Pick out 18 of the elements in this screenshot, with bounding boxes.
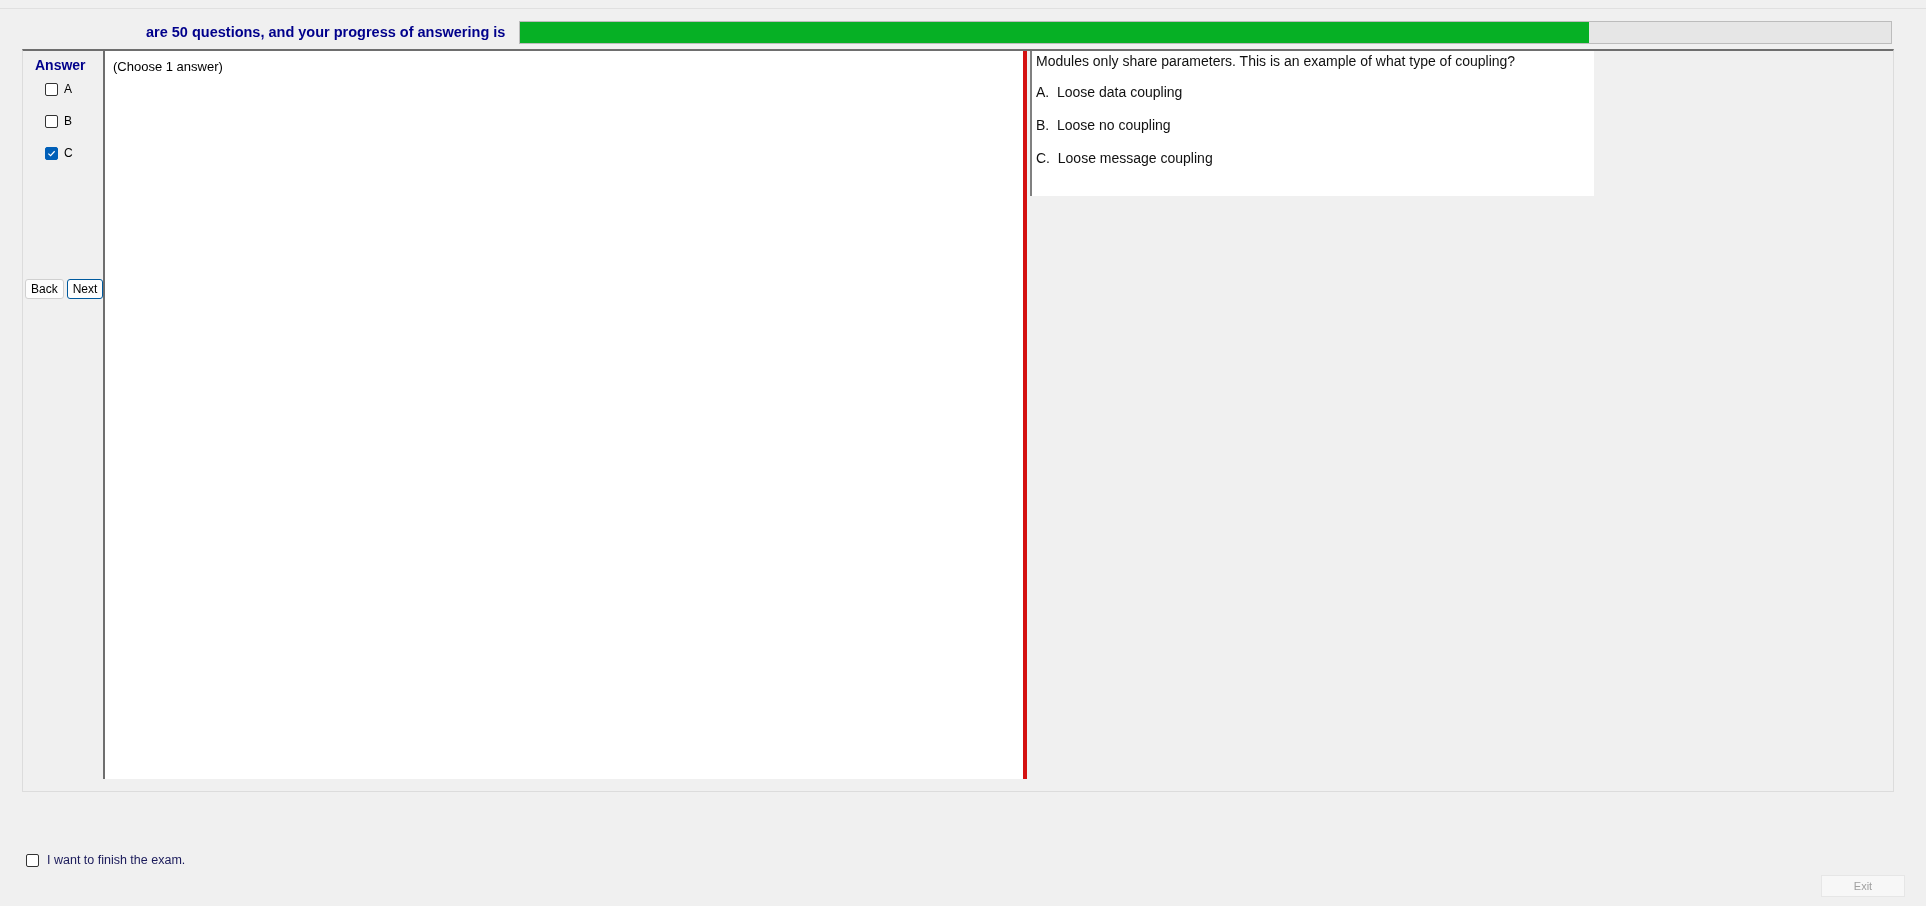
progress-message: are 50 questions, and your progress of answering is — [146, 24, 506, 40]
answer-title: Answer — [35, 57, 86, 73]
choice-text: C. Loose message coupling — [1036, 150, 1214, 167]
checkmark-icon — [47, 148, 56, 158]
choice-text: A. Loose data coupling — [1036, 84, 1184, 101]
answer-checkbox[interactable] — [45, 146, 58, 160]
finish-option[interactable]: I want to finish the exam. — [26, 853, 186, 867]
instruction-text: (Choose 1 answer) — [113, 59, 223, 74]
nav-button[interactable]: Back — [25, 279, 64, 299]
finish-checkbox[interactable] — [26, 853, 39, 867]
choice-text: B. Loose no coupling — [1036, 117, 1172, 134]
answer-option[interactable]: B — [45, 113, 72, 129]
answer-option[interactable]: C — [45, 145, 73, 161]
nav-button[interactable]: Next — [66, 279, 104, 299]
answer-checkbox[interactable] — [45, 114, 58, 128]
answer-checkbox[interactable] — [45, 82, 58, 96]
question-text: Modules only share parameters. This is an example of what type of coupling? — [1036, 53, 1517, 70]
answer-option[interactable]: A — [45, 81, 72, 97]
